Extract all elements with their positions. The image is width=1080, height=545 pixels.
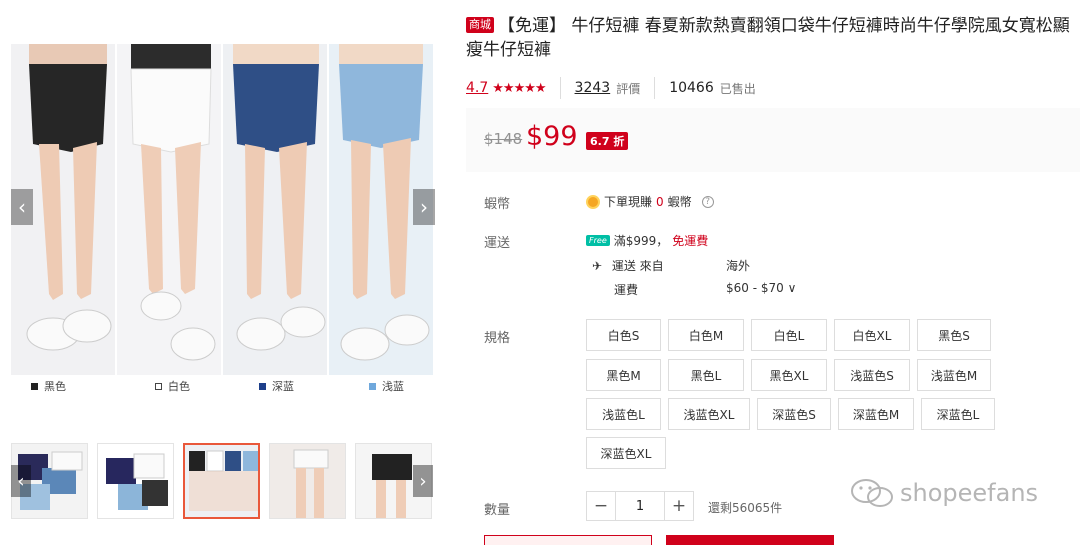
legend-label: 深蓝 (272, 380, 294, 393)
variant-option[interactable]: 黑色L (668, 359, 744, 391)
shipping-fee-label: 運費 (614, 283, 639, 297)
variant-option[interactable]: 深蓝色S (757, 398, 831, 430)
gallery-prev-button[interactable]: ‹ (11, 189, 33, 225)
shipping-label: 運送 (484, 236, 511, 251)
free-shipping-threshold: 滿$999， (613, 234, 669, 248)
variant-option[interactable]: 白色M (668, 319, 744, 351)
spec-label: 規格 (484, 331, 511, 346)
variant-option[interactable]: 黑色S (917, 319, 991, 351)
mall-badge: 商城 (466, 17, 494, 33)
rating-value[interactable]: 4.7 (466, 80, 488, 96)
thumbnail[interactable] (269, 443, 346, 519)
quantity-label: 數量 (484, 503, 511, 518)
sold-count: 10466 (669, 80, 714, 96)
coins-text-after: 蝦幣 (667, 195, 692, 209)
product-stats: 4.7 ★★★★★ 3243 評價 10466 已售出 (466, 77, 756, 99)
free-shipping-icon: Free (586, 235, 610, 246)
review-count[interactable]: 3243 (575, 80, 611, 96)
free-shipping-text: 免運費 (672, 234, 709, 248)
legend-item: 浅蓝 (369, 378, 404, 394)
divider (654, 77, 656, 99)
free-shipping-info: Free 滿$999， 免運費 (586, 232, 708, 249)
legend-item: 白色 (155, 378, 190, 394)
coin-icon (586, 194, 600, 209)
variant-option[interactable]: 浅蓝色XL (668, 398, 750, 430)
ship-from-value: 海外 (726, 259, 751, 273)
review-label: 評價 (616, 81, 641, 96)
coins-text-before: 下單現賺 (604, 195, 653, 209)
coins-label: 蝦幣 (484, 197, 511, 212)
variant-option[interactable]: 黑色M (586, 359, 661, 391)
thumbnail[interactable] (97, 443, 174, 519)
watermark-text: shopeefans (900, 479, 1039, 507)
variant-option[interactable]: 深蓝色L (921, 398, 995, 430)
original-price: $148 (484, 130, 523, 148)
ship-from-row: ✈ 運送 來自 (592, 257, 664, 274)
chevron-right-icon: › (419, 470, 427, 492)
variant-option[interactable]: 深蓝色M (838, 398, 914, 430)
quantity-minus-button[interactable]: − (586, 491, 616, 521)
variant-option[interactable]: 浅蓝色L (586, 398, 661, 430)
thumbnail-selected[interactable] (183, 443, 260, 519)
legend-item: 黑色 (31, 378, 66, 394)
variant-option[interactable]: 白色L (751, 319, 827, 351)
add-to-cart-button[interactable] (484, 535, 652, 545)
stock-remaining: 還剩56065件 (708, 501, 783, 515)
variant-option[interactable]: 白色XL (834, 319, 910, 351)
coins-amount: 0 (656, 194, 664, 209)
variant-option[interactable]: 浅蓝色S (834, 359, 910, 391)
rating-stars-icon: ★★★★★ (492, 80, 546, 96)
variant-option[interactable]: 深蓝色XL (586, 437, 666, 469)
help-icon[interactable]: ? (701, 195, 714, 208)
coins-info: 下單現賺 0 蝦幣 ? (586, 193, 714, 210)
color-legend: 黑色 白色 深蓝 浅蓝 (11, 376, 433, 394)
thumbnail-prev-button[interactable]: ‹ (11, 465, 31, 497)
product-title-text: 【免運】 牛仔短褲 春夏新款熱賣翻領口袋牛仔短褲時尚牛仔學院風女寬松顯瘦牛仔短褲 (466, 16, 1070, 60)
variant-option[interactable]: 黑色XL (751, 359, 827, 391)
legend-label: 白色 (168, 380, 190, 393)
variant-option[interactable]: 白色S (586, 319, 661, 351)
variant-option[interactable]: 浅蓝色M (917, 359, 991, 391)
swatch-icon (259, 382, 266, 390)
wechat-icon (851, 479, 893, 507)
gallery-next-button[interactable]: › (413, 189, 435, 225)
shipping-fee-dropdown[interactable]: $60 - $70 ∨ (726, 281, 796, 295)
discount-badge: 6.7 折 (586, 132, 629, 150)
ship-from-label: 運送 來自 (611, 259, 664, 273)
watermark: shopeefans (850, 478, 1038, 508)
legend-label: 黑色 (44, 380, 66, 393)
thumbnail-strip: ‹ › (11, 443, 433, 519)
product-title: 商城 【免運】 牛仔短褲 春夏新款熱賣翻領口袋牛仔短褲時尚牛仔學院風女寬松顯瘦牛仔… (466, 14, 1078, 62)
swatch-icon (31, 382, 38, 390)
quantity-input[interactable]: 1 (616, 491, 664, 521)
divider (559, 77, 561, 99)
swatch-icon (369, 382, 376, 390)
truck-icon: ✈ (592, 259, 603, 273)
legend-label: 浅蓝 (382, 380, 404, 393)
thumbnail-next-button[interactable]: › (413, 465, 433, 497)
legend-item: 深蓝 (259, 378, 294, 394)
product-main-image (11, 44, 433, 375)
price-box: $148 $99 6.7 折 (466, 108, 1080, 172)
chevron-left-icon: ‹ (17, 470, 25, 492)
chevron-left-icon: ‹ (18, 195, 26, 219)
quantity-plus-button[interactable]: + (664, 491, 694, 521)
sold-label: 已售出 (719, 81, 756, 96)
chevron-right-icon: › (420, 195, 428, 219)
swatch-icon (155, 382, 162, 390)
buy-now-button[interactable] (666, 535, 834, 545)
quantity-stepper: − 1 + (586, 491, 694, 521)
current-price: $99 (526, 121, 578, 152)
